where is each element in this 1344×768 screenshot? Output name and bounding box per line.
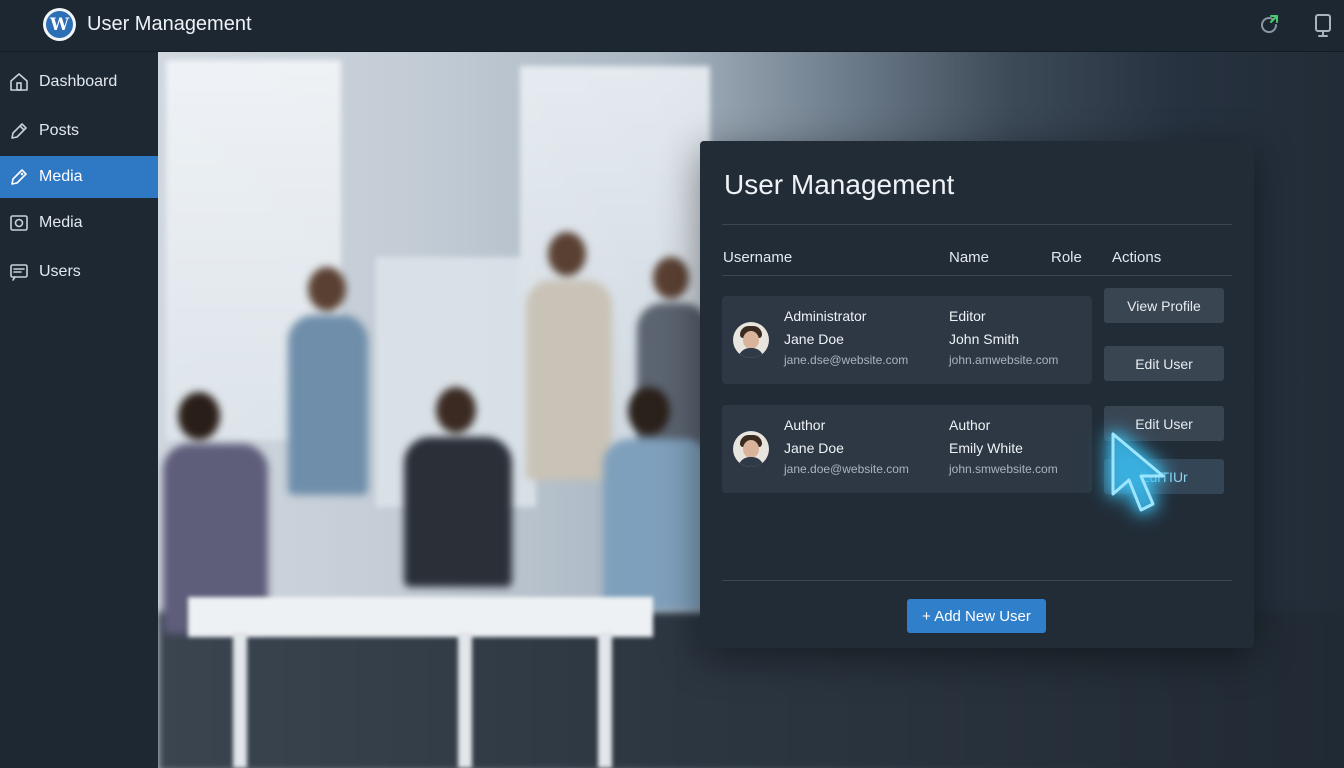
meeting-table [188, 597, 653, 637]
user-role: Administrator [784, 308, 867, 324]
app-title: User Management [87, 13, 252, 35]
refresh-icon[interactable] [1257, 13, 1281, 37]
sidebar-item-label: Posts [39, 122, 80, 139]
person-figure [603, 387, 713, 627]
sidebar-item-posts[interactable]: Posts [0, 110, 158, 152]
divider [722, 275, 1232, 276]
user-name: Emily White [949, 440, 1023, 456]
view-profile-button[interactable]: View Profile [1104, 288, 1224, 323]
camera-icon [10, 215, 28, 231]
column-header-username[interactable]: Username [723, 249, 792, 266]
column-header-name[interactable]: Name [949, 249, 989, 266]
pencil-icon [11, 123, 27, 139]
user-row[interactable]: Author Jane Doe jane.doe@website.com Aut… [722, 405, 1092, 493]
edit-user-button[interactable]: Edit User [1104, 346, 1224, 381]
panel-title: User Management [724, 169, 955, 200]
mouse-cursor-icon [1111, 432, 1165, 512]
user-row[interactable]: Administrator Jane Doe jane.dse@website.… [722, 296, 1092, 384]
sidebar-item-media[interactable]: Media [0, 202, 158, 244]
wordpress-logo-icon[interactable]: W [43, 8, 76, 41]
user-email: jane.doe@website.com [784, 462, 909, 476]
person-figure [283, 267, 373, 597]
users-icon [10, 264, 28, 281]
sidebar-item-media-active[interactable]: Media [0, 156, 158, 198]
sidebar-item-label: Media [39, 168, 83, 185]
sidebar: Dashboard Posts Media Media Users [0, 52, 158, 768]
person-figure [398, 387, 518, 607]
user-role: Author [784, 417, 826, 433]
top-bar: W User Management [0, 0, 1344, 52]
sidebar-item-users[interactable]: Users [0, 251, 158, 293]
column-header-role[interactable]: Role [1051, 249, 1082, 266]
user-role: Editor [949, 308, 986, 324]
sidebar-item-label: Dashboard [39, 73, 118, 90]
avatar [733, 322, 769, 358]
wordpress-logo-glyph: W [46, 11, 73, 38]
table-leg [233, 632, 247, 768]
add-new-user-button[interactable]: + Add New User [907, 599, 1046, 633]
divider [722, 580, 1232, 581]
table-leg [598, 632, 612, 768]
user-name: Jane Doe [784, 331, 844, 347]
user-management-panel: User Management Username Name Role Actio… [700, 141, 1254, 648]
user-email: john.amwebsite.com [949, 353, 1059, 367]
home-icon [10, 73, 28, 91]
sidebar-item-label: Users [39, 263, 81, 280]
avatar [733, 431, 769, 467]
user-role: Author [949, 417, 991, 433]
table-leg [458, 632, 472, 768]
column-header-actions: Actions [1112, 249, 1162, 266]
sidebar-item-label: Media [39, 214, 83, 231]
user-email: john.smwebsite.com [949, 462, 1058, 476]
tag-icon [11, 169, 27, 185]
user-email: jane.dse@website.com [784, 353, 909, 367]
device-icon[interactable] [1313, 13, 1333, 39]
user-name: John Smith [949, 331, 1020, 347]
divider [722, 224, 1232, 225]
sidebar-item-dashboard[interactable]: Dashboard [0, 61, 158, 103]
user-name: Jane Doe [784, 440, 844, 456]
